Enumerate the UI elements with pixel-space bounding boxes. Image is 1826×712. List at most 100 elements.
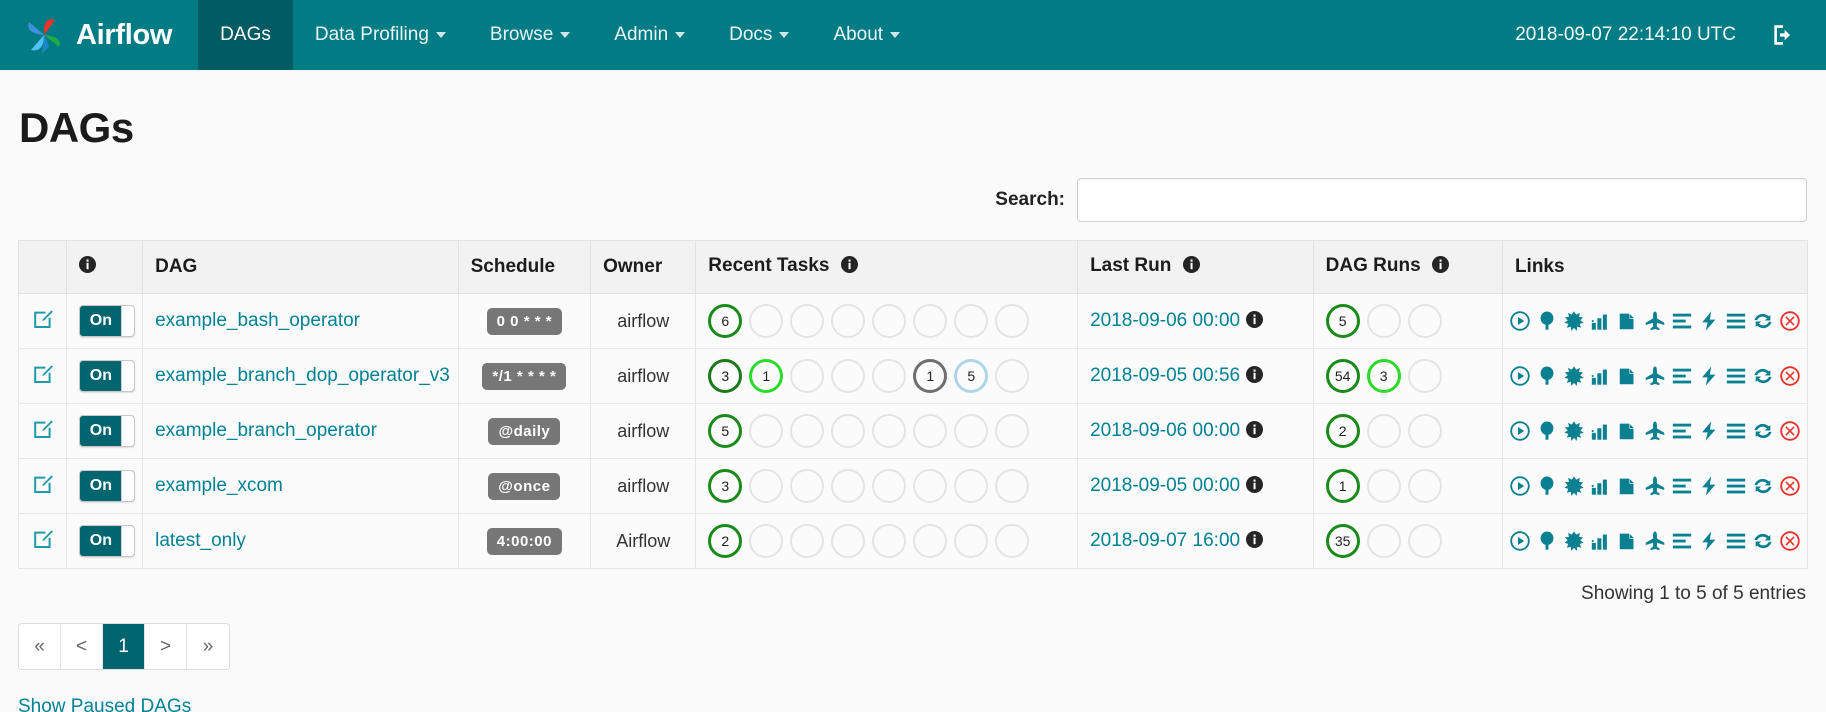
dag-pause-toggle[interactable]: On: [79, 525, 136, 557]
refresh-icon[interactable]: [1752, 420, 1774, 442]
status-circle[interactable]: 3: [708, 359, 743, 393]
info-icon[interactable]: [1246, 420, 1264, 443]
logs-list-icon[interactable]: [1725, 475, 1747, 497]
trigger-dag-play-icon[interactable]: [1509, 310, 1531, 332]
last-run-link[interactable]: 2018-09-05 00:56: [1090, 365, 1240, 386]
status-circle-empty[interactable]: [790, 359, 825, 393]
trigger-dag-play-icon[interactable]: [1509, 365, 1531, 387]
search-input[interactable]: [1077, 178, 1807, 222]
status-circle[interactable]: 54: [1325, 359, 1360, 393]
status-circle-empty[interactable]: [1407, 359, 1442, 393]
graph-view-icon[interactable]: [1563, 420, 1585, 442]
status-circle-empty[interactable]: [831, 304, 866, 338]
last-run-link[interactable]: 2018-09-06 00:00: [1090, 420, 1240, 441]
logs-list-icon[interactable]: [1725, 530, 1747, 552]
pagination-button[interactable]: <: [61, 624, 103, 669]
dag-pause-toggle[interactable]: On: [79, 470, 136, 502]
info-icon[interactable]: [840, 256, 858, 279]
status-circle[interactable]: 5: [708, 414, 743, 448]
edit-square-icon[interactable]: [31, 307, 55, 336]
status-circle[interactable]: 2: [708, 524, 743, 558]
edit-square-icon[interactable]: [31, 362, 55, 391]
code-bolt-icon[interactable]: [1698, 530, 1720, 552]
logs-list-icon[interactable]: [1725, 365, 1747, 387]
delete-dag-times-circle-icon[interactable]: [1779, 420, 1801, 442]
logs-list-icon[interactable]: [1725, 310, 1747, 332]
tree-view-icon[interactable]: [1536, 530, 1558, 552]
tree-view-icon[interactable]: [1536, 365, 1558, 387]
schedule-badge[interactable]: @daily: [488, 417, 561, 445]
delete-dag-times-circle-icon[interactable]: [1779, 475, 1801, 497]
status-circle-empty[interactable]: [872, 469, 907, 503]
pagination-button[interactable]: 1: [103, 624, 145, 669]
status-circle-empty[interactable]: [995, 469, 1030, 503]
status-circle-empty[interactable]: [749, 524, 784, 558]
status-circle-empty[interactable]: [1366, 304, 1401, 338]
logs-list-icon[interactable]: [1725, 420, 1747, 442]
landing-times-plane-icon[interactable]: [1644, 310, 1666, 332]
brand[interactable]: Airflow: [0, 0, 198, 70]
status-circle-empty[interactable]: [954, 304, 989, 338]
edit-square-icon[interactable]: [31, 417, 55, 446]
status-circle-empty[interactable]: [790, 414, 825, 448]
task-tries-clipboard-icon[interactable]: [1617, 475, 1639, 497]
status-circle[interactable]: 5: [1325, 304, 1360, 338]
status-circle-empty[interactable]: [831, 414, 866, 448]
code-bolt-icon[interactable]: [1698, 310, 1720, 332]
dag-pause-toggle[interactable]: On: [79, 415, 136, 447]
task-duration-bar-chart-icon[interactable]: [1590, 420, 1612, 442]
task-tries-clipboard-icon[interactable]: [1617, 365, 1639, 387]
dag-name-link[interactable]: example_branch_dop_operator_v3: [155, 365, 450, 386]
tree-view-icon[interactable]: [1536, 475, 1558, 497]
status-circle-empty[interactable]: [790, 524, 825, 558]
status-circle-empty[interactable]: [872, 304, 907, 338]
edit-square-icon[interactable]: [31, 527, 55, 556]
status-circle-empty[interactable]: [913, 524, 948, 558]
refresh-icon[interactable]: [1752, 530, 1774, 552]
schedule-badge[interactable]: @once: [488, 472, 561, 500]
info-icon[interactable]: [1182, 256, 1200, 279]
status-circle-empty[interactable]: [954, 414, 989, 448]
refresh-icon[interactable]: [1752, 365, 1774, 387]
delete-dag-times-circle-icon[interactable]: [1779, 310, 1801, 332]
status-circle[interactable]: 1: [749, 359, 784, 393]
trigger-dag-play-icon[interactable]: [1509, 475, 1531, 497]
task-duration-bar-chart-icon[interactable]: [1590, 475, 1612, 497]
trigger-dag-play-icon[interactable]: [1509, 530, 1531, 552]
pagination-button[interactable]: »: [187, 624, 229, 669]
tree-view-icon[interactable]: [1536, 310, 1558, 332]
schedule-badge[interactable]: 4:00:00: [486, 527, 562, 555]
gantt-align-icon[interactable]: [1671, 310, 1693, 332]
graph-view-icon[interactable]: [1563, 310, 1585, 332]
status-circle[interactable]: 5: [954, 359, 989, 393]
status-circle-empty[interactable]: [872, 359, 907, 393]
code-bolt-icon[interactable]: [1698, 365, 1720, 387]
nav-item-admin[interactable]: Admin: [592, 0, 707, 70]
task-duration-bar-chart-icon[interactable]: [1590, 365, 1612, 387]
dag-name-link[interactable]: example_branch_operator: [155, 420, 377, 441]
pagination-button[interactable]: «: [19, 624, 61, 669]
status-circle-empty[interactable]: [831, 524, 866, 558]
status-circle-empty[interactable]: [913, 469, 948, 503]
task-duration-bar-chart-icon[interactable]: [1590, 530, 1612, 552]
schedule-badge[interactable]: */1 * * * *: [482, 362, 567, 390]
status-circle[interactable]: 35: [1325, 524, 1360, 558]
status-circle-empty[interactable]: [790, 304, 825, 338]
info-icon[interactable]: [1246, 365, 1264, 388]
landing-times-plane-icon[interactable]: [1644, 530, 1666, 552]
nav-item-about[interactable]: About: [811, 0, 922, 70]
task-tries-clipboard-icon[interactable]: [1617, 420, 1639, 442]
dag-pause-toggle[interactable]: On: [79, 305, 136, 337]
status-circle-empty[interactable]: [1407, 414, 1442, 448]
status-circle-empty[interactable]: [954, 469, 989, 503]
task-duration-bar-chart-icon[interactable]: [1590, 310, 1612, 332]
graph-view-icon[interactable]: [1563, 530, 1585, 552]
header-owner[interactable]: Owner: [590, 240, 697, 294]
status-circle[interactable]: 3: [708, 469, 743, 503]
last-run-link[interactable]: 2018-09-06 00:00: [1090, 310, 1240, 331]
task-tries-clipboard-icon[interactable]: [1617, 530, 1639, 552]
landing-times-plane-icon[interactable]: [1644, 420, 1666, 442]
header-schedule[interactable]: Schedule: [457, 240, 592, 294]
dag-pause-toggle[interactable]: On: [79, 360, 136, 392]
status-circle-empty[interactable]: [872, 524, 907, 558]
